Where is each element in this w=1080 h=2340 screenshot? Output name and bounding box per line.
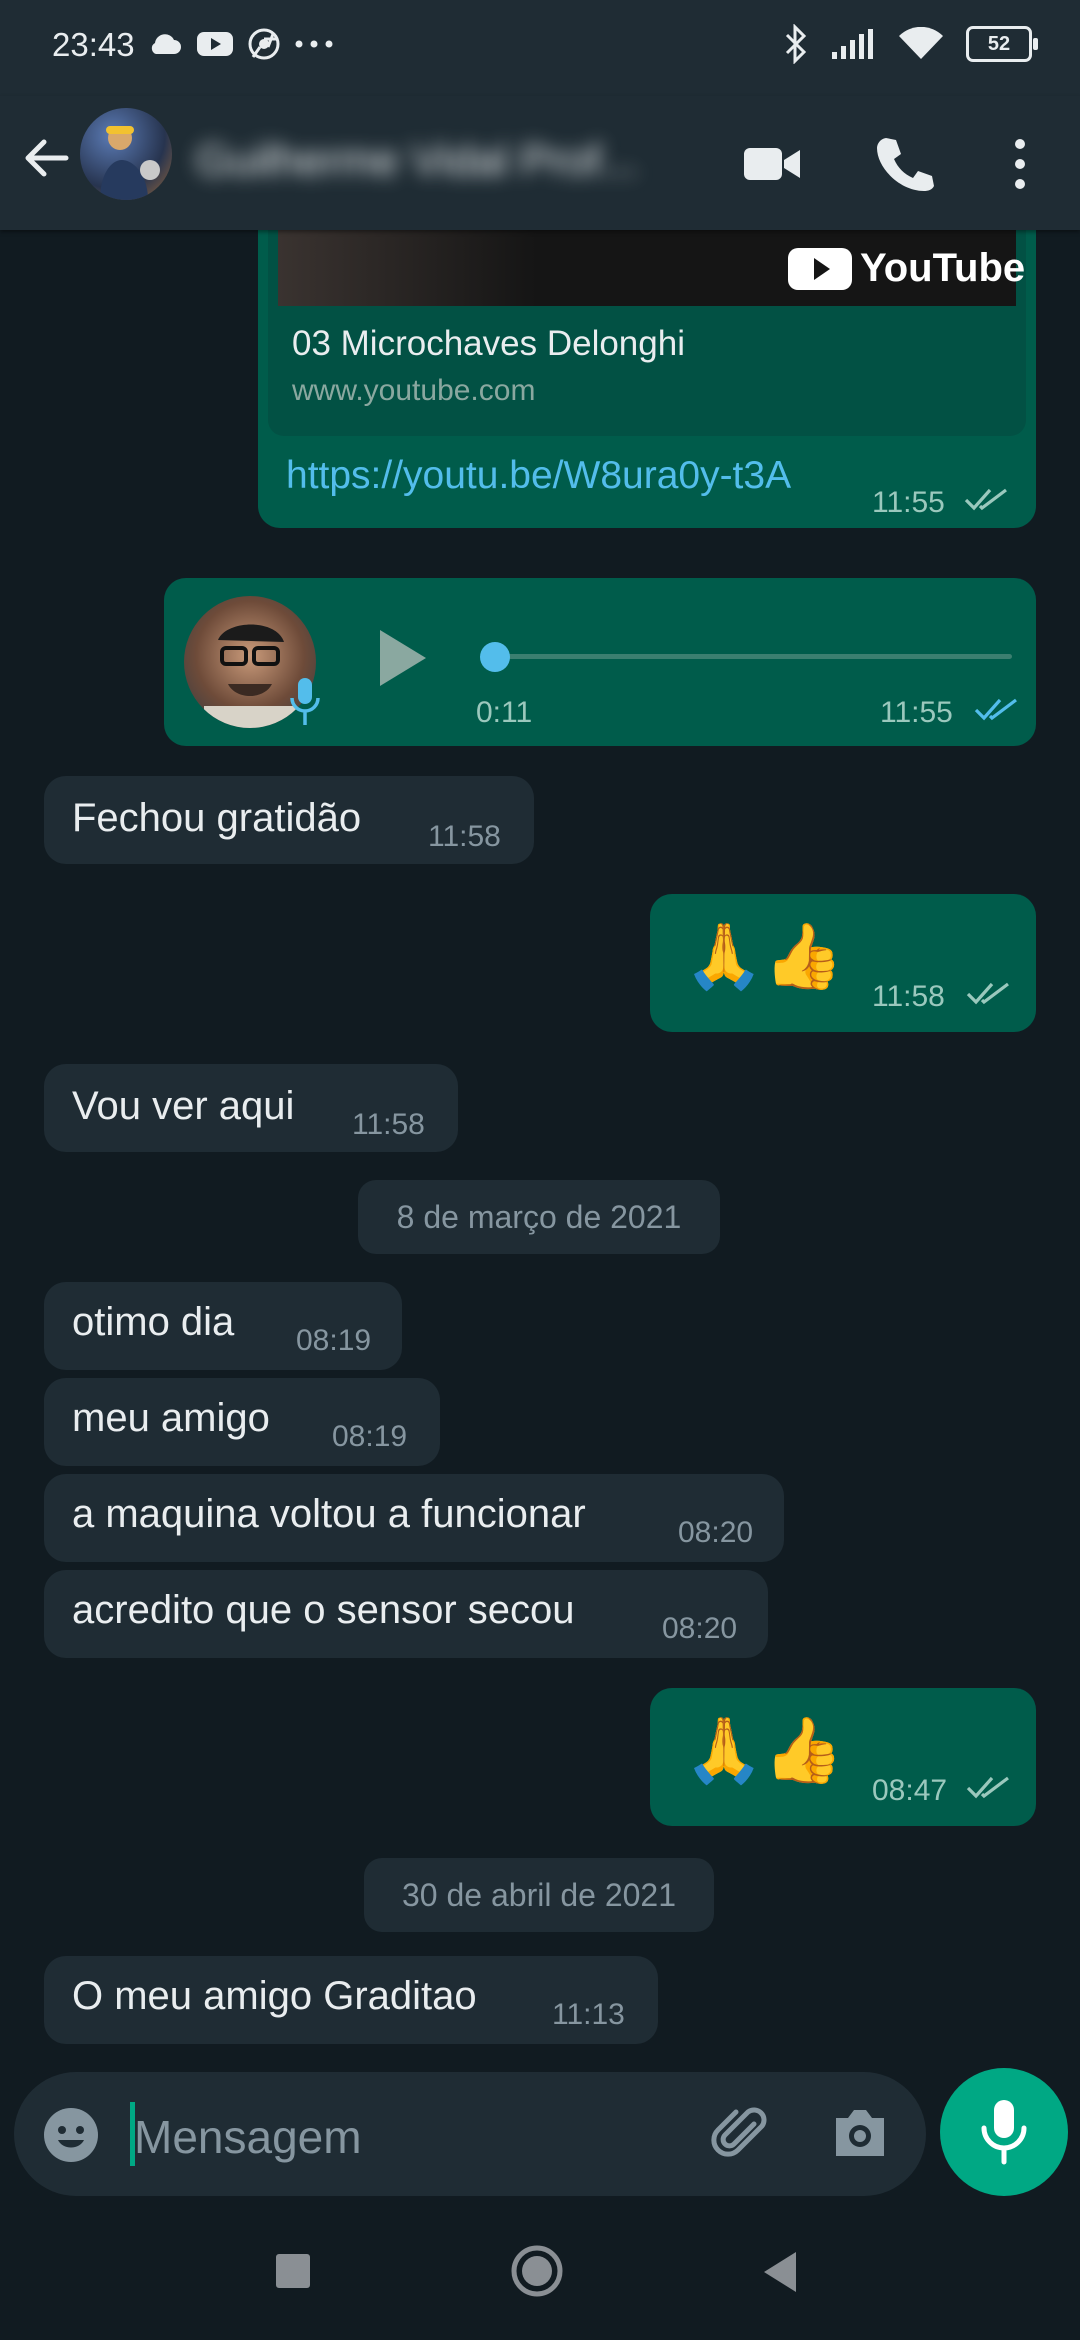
voice-record-button[interactable]: [940, 2068, 1068, 2196]
link-title: 03 Microchaves Delonghi: [292, 324, 685, 363]
message-time: 11:58: [352, 1108, 425, 1141]
youtube-icon: [197, 32, 233, 56]
bluetooth-icon: [785, 24, 807, 64]
more-dots-icon: [295, 40, 333, 48]
phone-icon[interactable]: [872, 132, 936, 196]
message-time: 08:20: [678, 1516, 754, 1549]
incoming-message[interactable]: meu amigo 08:19: [44, 1378, 440, 1466]
status-icons-left: [148, 28, 334, 60]
double-check-read-icon: [974, 698, 1017, 721]
camera-icon[interactable]: [830, 2104, 890, 2162]
incoming-message[interactable]: otimo dia 08:19: [44, 1282, 402, 1370]
video-call-icon[interactable]: [740, 132, 804, 196]
link-message[interactable]: YouTube 03 Microchaves Delonghi www.yout…: [258, 230, 1036, 528]
wifi-icon: [899, 27, 943, 59]
chat-area[interactable]: YouTube 03 Microchaves Delonghi www.yout…: [0, 230, 1080, 2060]
incoming-message[interactable]: a maquina voltou a funcionar 08:20: [44, 1474, 784, 1562]
incoming-message[interactable]: Fechou gratidão 11:58: [44, 776, 534, 864]
voice-message[interactable]: 0:11 11:55: [164, 578, 1036, 746]
message-time: 08:19: [332, 1420, 408, 1453]
mic-badge-icon: [290, 678, 320, 725]
incoming-message[interactable]: acredito que o sensor secou 08:20: [44, 1570, 768, 1658]
back-icon[interactable]: [760, 2250, 800, 2294]
double-check-icon: [964, 488, 1007, 511]
message-time: 11:55: [872, 486, 945, 519]
outgoing-message[interactable]: 🙏👍 11:58: [650, 894, 1036, 1032]
battery-icon: 52: [966, 26, 1038, 62]
attach-icon[interactable]: [710, 2102, 774, 2166]
system-nav-bar: [0, 2210, 1080, 2340]
message-text: O meu amigo Graditao: [72, 1974, 477, 2018]
youtube-wordmark: YouTube: [860, 246, 1026, 290]
more-vert-icon[interactable]: [988, 132, 1052, 196]
double-check-icon: [966, 982, 1009, 1005]
message-text: acredito que o sensor secou: [72, 1588, 575, 1632]
contact-name[interactable]: Guilherme Vidal Prof...: [196, 136, 696, 186]
message-time: 08:20: [662, 1612, 738, 1645]
message-text: meu amigo: [72, 1396, 270, 1440]
youtube-logo-icon: [788, 248, 852, 290]
chrome-icon: [248, 28, 280, 60]
voice-progress-track[interactable]: [480, 642, 1012, 672]
message-text: Fechou gratidão: [72, 796, 362, 840]
video-thumbnail[interactable]: YouTube: [278, 230, 1025, 306]
incoming-message[interactable]: O meu amigo Graditao 11:13: [44, 1956, 658, 2044]
date-separator: 8 de março de 2021: [358, 1180, 720, 1254]
incoming-message[interactable]: Vou ver aqui 11:58: [44, 1064, 458, 1152]
chat-header: Guilherme Vidal Prof...: [0, 96, 1080, 230]
signal-icon: [832, 29, 873, 59]
message-time: 11:13: [552, 1998, 625, 2031]
contact-avatar[interactable]: [80, 108, 172, 200]
link-domain: www.youtube.com: [292, 374, 536, 407]
outgoing-message[interactable]: 🙏👍 08:47: [650, 1688, 1036, 1826]
message-time: 11:58: [428, 820, 501, 853]
voice-duration: 0:11: [476, 696, 533, 729]
link-url[interactable]: https://youtu.be/W8ura0y-t3A: [286, 454, 791, 498]
status-time: 23:43: [52, 26, 135, 63]
message-text: Vou ver aqui: [72, 1084, 295, 1128]
emoji-message: 🙏👍: [684, 920, 844, 992]
emoji-icon[interactable]: [42, 2106, 100, 2164]
home-icon[interactable]: [510, 2244, 564, 2298]
message-input-bar[interactable]: Mensagem: [14, 2072, 926, 2196]
message-time: 08:47: [872, 1774, 948, 1807]
message-text: otimo dia: [72, 1300, 235, 1344]
play-icon[interactable]: [372, 626, 432, 690]
status-bar: 23:43 52: [0, 0, 1080, 96]
emoji-message: 🙏👍: [684, 1714, 844, 1786]
message-time: 08:19: [296, 1324, 372, 1357]
status-icons-right: 52: [784, 24, 1038, 64]
message-time: 11:58: [872, 980, 945, 1013]
message-input[interactable]: Mensagem: [134, 2110, 362, 2164]
voice-progress-handle[interactable]: [480, 642, 510, 672]
message-time: 11:55: [880, 696, 953, 729]
recents-icon[interactable]: [276, 2254, 310, 2288]
message-text: a maquina voltou a funcionar: [72, 1492, 586, 1536]
mic-icon: [981, 2100, 1027, 2165]
date-separator: 30 de abril de 2021: [364, 1858, 714, 1932]
back-arrow-icon[interactable]: [16, 128, 76, 188]
cloud-icon: [151, 34, 181, 54]
link-preview-card[interactable]: YouTube 03 Microchaves Delonghi www.yout…: [268, 230, 1026, 436]
double-check-icon: [966, 1776, 1009, 1799]
